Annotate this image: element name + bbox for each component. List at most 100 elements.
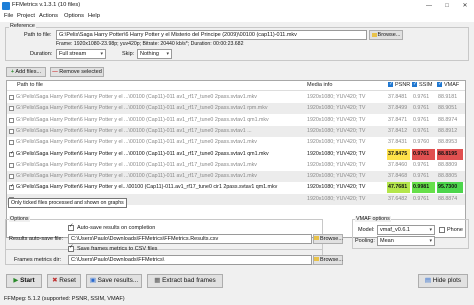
save-frames-checkbox[interactable]: ✓ xyxy=(68,244,74,252)
row-ssim: 0.9761 xyxy=(413,116,430,123)
vmaf-toggle[interactable] xyxy=(437,80,442,89)
app-icon xyxy=(2,2,10,10)
row-psnr: 37.8499 xyxy=(388,105,408,112)
vmaf-options-title: VMAF options xyxy=(355,216,391,222)
row-vmaf: 95.7300 xyxy=(437,182,463,194)
table-row[interactable]: G:\Pelis\Saga Harry Potter\6 Harry Potte… xyxy=(7,115,465,126)
row-ssim: 0.9761 xyxy=(413,195,430,202)
row-psnr: 37.8460 xyxy=(388,161,408,168)
row-ssim: 0.9761 xyxy=(412,148,435,160)
row-path: G:\Pelis\Saga Harry Potter\6 Harry Potte… xyxy=(16,150,269,157)
results-file-label: Results auto-save file: xyxy=(9,236,64,242)
row-checkbox[interactable] xyxy=(9,140,14,146)
row-path: G:\Pelis\Saga Harry Potter\6 Harry Potte… xyxy=(16,139,257,146)
results-browse-button[interactable]: Browse... xyxy=(313,234,343,244)
plus-icon: + xyxy=(10,69,15,75)
reset-button[interactable]: ✖ Reset xyxy=(47,274,81,288)
folder-icon xyxy=(314,236,319,240)
close-button[interactable]: ✕ xyxy=(456,0,474,12)
reference-title: Reference xyxy=(9,23,36,29)
row-path: G:\Pelis\Saga Harry Potter\6 Harry Potte… xyxy=(16,105,268,112)
row-vmaf: 88.8809 xyxy=(438,161,458,168)
row-media-info: 1920x1080; YUV420; TV xyxy=(307,139,366,146)
row-checkbox[interactable] xyxy=(9,183,14,191)
chevron-down-icon: ▾ xyxy=(429,227,432,233)
row-checkbox[interactable] xyxy=(9,128,14,134)
save-results-button[interactable]: ▣ Save results... xyxy=(86,274,142,288)
row-checkbox[interactable] xyxy=(9,106,14,112)
table-row[interactable]: G:\Pelis\Saga Harry Potter\6 Harry Potte… xyxy=(7,92,465,103)
vmaf-header-label: VMAF xyxy=(444,82,460,88)
results-browse-label: Browse... xyxy=(320,236,343,242)
table-row[interactable]: G:\Pelis\Saga Harry Potter\6 Harry Potte… xyxy=(7,148,465,160)
row-checkbox[interactable] xyxy=(9,162,14,168)
row-ssim: 0.9761 xyxy=(413,173,430,180)
reference-browse-button[interactable]: Browse... xyxy=(369,30,403,40)
duration-select[interactable]: Full stream ▾ xyxy=(56,49,106,59)
film-icon: ▦ xyxy=(154,277,161,284)
row-checkbox[interactable] xyxy=(9,150,14,157)
frames-dir-input[interactable]: C:\Users\Paulo\Downloads\FFMetrics\ xyxy=(68,255,312,265)
row-media-info: 1920x1080; YUV420; TV xyxy=(307,184,366,191)
psnr-toggle[interactable] xyxy=(388,80,393,89)
maximize-button[interactable]: □ xyxy=(438,0,456,12)
psnr-header-label: PSNR xyxy=(395,82,411,88)
results-file-input[interactable]: C:\Users\Paulo\Downloads\FFMetrics\FFMet… xyxy=(68,234,312,244)
row-ssim: 0.9761 xyxy=(413,127,430,134)
row-checkbox[interactable] xyxy=(9,117,14,123)
autosave-checkbox[interactable]: ✓ xyxy=(68,223,74,231)
model-select[interactable]: vmaf_v0.6.1 ▾ xyxy=(377,225,435,235)
phone-checkbox[interactable] xyxy=(439,227,445,233)
row-media-info: 1920x1080; YUV420; TV xyxy=(307,127,366,134)
reference-browse-label: Browse... xyxy=(377,32,401,38)
table-row[interactable]: G:\Pelis\Saga Harry Potter\6 Harry Potte… xyxy=(7,182,465,194)
minimize-button[interactable]: — xyxy=(420,0,438,12)
row-vmaf: 88.8953 xyxy=(438,139,458,146)
menu-actions[interactable]: Actions xyxy=(39,13,58,19)
ssim-toggle[interactable] xyxy=(412,80,417,89)
save-results-label: Save results... xyxy=(97,277,139,284)
table-row[interactable]: G:\Pelis\Saga Harry Potter\6 Harry Potte… xyxy=(7,103,465,115)
table-row[interactable]: G:\Pelis\Saga Harry Potter\6 Harry Potte… xyxy=(7,160,465,171)
skip-select[interactable]: Nothing ▾ xyxy=(137,49,172,59)
extract-label: Extract bad frames xyxy=(162,277,216,284)
row-ssim: 0.9761 xyxy=(413,105,430,112)
row-checkbox[interactable] xyxy=(9,95,14,100)
row-psnr: 37.8412 xyxy=(388,127,408,134)
minus-icon: — xyxy=(52,69,58,75)
row-vmaf: 88.8974 xyxy=(438,116,458,123)
menu-help[interactable]: Help xyxy=(88,13,100,19)
model-label: Model: xyxy=(358,227,375,233)
pooling-select[interactable]: Mean ▾ xyxy=(377,236,435,246)
row-media-info: 1920x1080; YUV420; TV xyxy=(307,105,366,112)
menu-options[interactable]: Options xyxy=(64,13,84,19)
column-header-psnr[interactable]: PSNR xyxy=(388,80,411,90)
extract-bad-frames-button[interactable]: ▦ Extract bad frames xyxy=(147,274,223,288)
row-checkbox[interactable] xyxy=(9,174,14,180)
frames-dir-label: Frames metrics dir: xyxy=(14,257,62,263)
start-button[interactable]: ▶ Start xyxy=(6,274,42,288)
skip-label: Skip: xyxy=(122,51,135,57)
row-ssim: 0.9760 xyxy=(413,139,430,146)
column-header-ssim[interactable]: SSIM xyxy=(412,80,433,90)
hide-plots-button[interactable]: ▤ Hide plots xyxy=(418,274,468,288)
reset-label: Reset xyxy=(59,277,76,284)
reference-path-input[interactable]: G:\Pelis\Saga Harry Potter\6 Harry Potte… xyxy=(56,30,367,40)
frames-browse-button[interactable]: Browse... xyxy=(313,255,343,265)
column-header-path[interactable]: Path to file xyxy=(17,81,43,90)
ssim-header-label: SSIM xyxy=(419,82,433,88)
table-row[interactable]: G:\Pelis\Saga Harry Potter\6 Harry Potte… xyxy=(7,171,465,183)
path-label: Path to file: xyxy=(24,32,52,38)
column-header-media[interactable]: Media info xyxy=(307,81,332,90)
row-vmaf: 88.8805 xyxy=(438,173,458,180)
row-media-info: 1920x1080; YUV420; TV xyxy=(307,195,366,202)
add-files-button[interactable]: + Add files... xyxy=(6,67,46,77)
check-icon: ✓ xyxy=(69,223,74,229)
menu-file[interactable]: File xyxy=(4,13,13,19)
remove-selected-button[interactable]: — Remove selected xyxy=(50,67,104,77)
table-row[interactable]: G:\Pelis\Saga Harry Potter\6 Harry Potte… xyxy=(7,125,465,137)
options-title: Options xyxy=(9,216,30,222)
table-row[interactable]: G:\Pelis\Saga Harry Potter\6 Harry Potte… xyxy=(7,137,465,148)
menu-project[interactable]: Project xyxy=(17,13,35,19)
column-header-vmaf[interactable]: VMAF xyxy=(437,80,460,90)
